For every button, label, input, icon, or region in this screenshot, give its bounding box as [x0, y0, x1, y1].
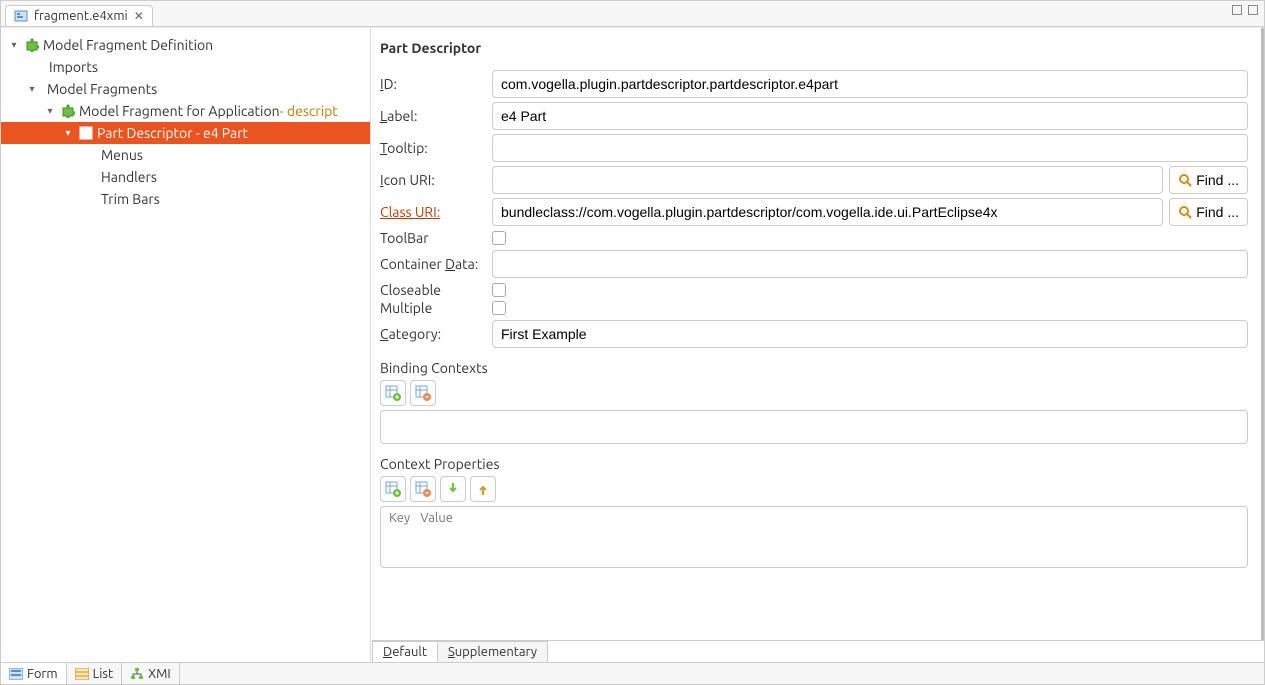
label-toolbar: ToolBar — [380, 230, 492, 246]
minimize-icon[interactable] — [1232, 5, 1242, 15]
maximize-icon[interactable] — [1248, 5, 1258, 15]
table-add-icon — [385, 385, 401, 401]
editor-window: fragment.e4xmi ✕ ▾ Model Fragment Defini… — [0, 0, 1265, 685]
tree-label: Handlers — [101, 169, 157, 185]
list-icon — [75, 668, 89, 680]
arrow-up-icon — [477, 481, 489, 497]
editor-tab-title: fragment.e4xmi — [34, 9, 128, 23]
tree-node-handlers[interactable]: Handlers — [1, 166, 370, 188]
closeable-checkbox[interactable] — [492, 283, 506, 297]
label-icon-uri: Icon URI: — [380, 172, 492, 188]
chevron-down-icon[interactable]: ▾ — [61, 127, 75, 139]
puzzle-icon — [25, 38, 39, 52]
editor-body: ▾ Model Fragment Definition Imports ▾ Mo… — [1, 27, 1264, 662]
window-controls — [1232, 5, 1258, 15]
tree-node-fragment-for-app[interactable]: ▾ Model Fragment for Application - descr… — [1, 100, 370, 122]
table-add-icon — [385, 481, 401, 497]
context-properties-table[interactable]: Key Value — [380, 506, 1248, 568]
binding-contexts-list[interactable] — [380, 410, 1248, 444]
tree-label: Model Fragment for Application — [79, 103, 280, 119]
subtab-supplementary[interactable]: Supplementary — [437, 641, 548, 662]
tree-node-root[interactable]: ▾ Model Fragment Definition — [1, 34, 370, 56]
viewer-tab-label: XMI — [148, 667, 171, 681]
tree-label: Model Fragments — [47, 81, 157, 97]
label-class-uri[interactable]: Class URI: — [380, 204, 492, 220]
col-key: Key — [389, 511, 410, 525]
tree-label: Imports — [49, 59, 98, 75]
label-context-properties: Context Properties — [380, 456, 1248, 472]
context-properties-toolbar — [380, 476, 1248, 502]
detail-form: Part Descriptor ID: Label: Tooltip: Icon… — [372, 28, 1264, 640]
category-input[interactable] — [492, 320, 1248, 348]
move-down-button[interactable] — [440, 476, 466, 502]
chevron-down-icon[interactable]: ▾ — [25, 83, 39, 95]
file-icon — [14, 9, 28, 23]
viewer-tab-xmi[interactable]: XMI — [122, 663, 180, 684]
remove-binding-button[interactable] — [410, 380, 436, 406]
chevron-down-icon[interactable]: ▾ — [7, 39, 21, 51]
tree-node-imports[interactable]: Imports — [1, 56, 370, 78]
label-input[interactable] — [492, 102, 1248, 130]
close-icon[interactable]: ✕ — [134, 9, 144, 23]
tree-label: Part Descriptor - e4 Part — [97, 125, 248, 141]
tree-icon — [130, 668, 144, 680]
label-label: Label: — [380, 108, 492, 124]
toolbar-checkbox[interactable] — [492, 231, 506, 245]
class-uri-input[interactable] — [492, 198, 1163, 226]
multiple-checkbox[interactable] — [492, 301, 506, 315]
add-binding-button[interactable] — [380, 380, 406, 406]
container-data-input[interactable] — [492, 250, 1248, 278]
tree-node-fragments[interactable]: ▾ Model Fragments — [1, 78, 370, 100]
table-remove-icon — [415, 385, 431, 401]
tree-node-menus[interactable]: Menus — [1, 144, 370, 166]
tree-node-trimbars[interactable]: Trim Bars — [1, 188, 370, 210]
editor-tabs-bar: fragment.e4xmi ✕ — [1, 1, 1264, 27]
chevron-down-icon[interactable]: ▾ — [43, 105, 57, 117]
label-container-data: Container Data: — [380, 256, 492, 272]
move-up-button[interactable] — [470, 476, 496, 502]
model-tree: ▾ Model Fragment Definition Imports ▾ Mo… — [1, 28, 371, 662]
arrow-down-icon — [447, 481, 459, 497]
viewer-tabs: Form List XMI — [1, 662, 1264, 684]
tree-node-part-descriptor[interactable]: ▾ Part Descriptor - e4 Part — [1, 122, 370, 144]
col-value: Value — [420, 511, 453, 525]
scrollbar[interactable] — [1261, 28, 1264, 640]
form-icon — [9, 668, 23, 680]
table-remove-icon — [415, 481, 431, 497]
label-multiple: Multiple — [380, 300, 492, 316]
tree-label: Menus — [101, 147, 143, 163]
puzzle-icon — [61, 104, 75, 118]
label-category: Category: — [380, 326, 492, 342]
search-icon — [1178, 205, 1192, 219]
label-binding-contexts: Binding Contexts — [380, 360, 1248, 376]
table-header: Key Value — [381, 507, 1247, 529]
find-button-label: Find ... — [1196, 204, 1239, 220]
detail-title: Part Descriptor — [380, 40, 1248, 56]
tree-label: Trim Bars — [101, 191, 160, 207]
viewer-tab-label: List — [93, 667, 114, 681]
tooltip-input[interactable] — [492, 134, 1248, 162]
tree-decoration: - descript — [280, 103, 338, 119]
search-icon — [1178, 173, 1192, 187]
add-property-button[interactable] — [380, 476, 406, 502]
subtab-default[interactable]: Default — [372, 641, 438, 662]
label-closeable: Closeable — [380, 282, 492, 298]
icon-uri-input[interactable] — [492, 166, 1163, 194]
binding-contexts-toolbar — [380, 380, 1248, 406]
part-icon — [79, 126, 93, 140]
find-button-label: Find ... — [1196, 172, 1239, 188]
label-id: ID: — [380, 76, 492, 92]
tree-label: Model Fragment Definition — [43, 37, 213, 53]
viewer-tab-form[interactable]: Form — [1, 663, 67, 684]
remove-property-button[interactable] — [410, 476, 436, 502]
find-icon-uri-button[interactable]: Find ... — [1169, 166, 1248, 194]
detail-sub-tabs: Default Supplementary — [372, 640, 1264, 662]
viewer-tab-label: Form — [27, 667, 58, 681]
detail-pane: Part Descriptor ID: Label: Tooltip: Icon… — [371, 28, 1264, 662]
label-tooltip: Tooltip: — [380, 140, 492, 156]
editor-tab-fragment[interactable]: fragment.e4xmi ✕ — [5, 5, 153, 26]
viewer-tab-list[interactable]: List — [67, 663, 123, 684]
find-class-uri-button[interactable]: Find ... — [1169, 198, 1248, 226]
id-input[interactable] — [492, 70, 1248, 98]
